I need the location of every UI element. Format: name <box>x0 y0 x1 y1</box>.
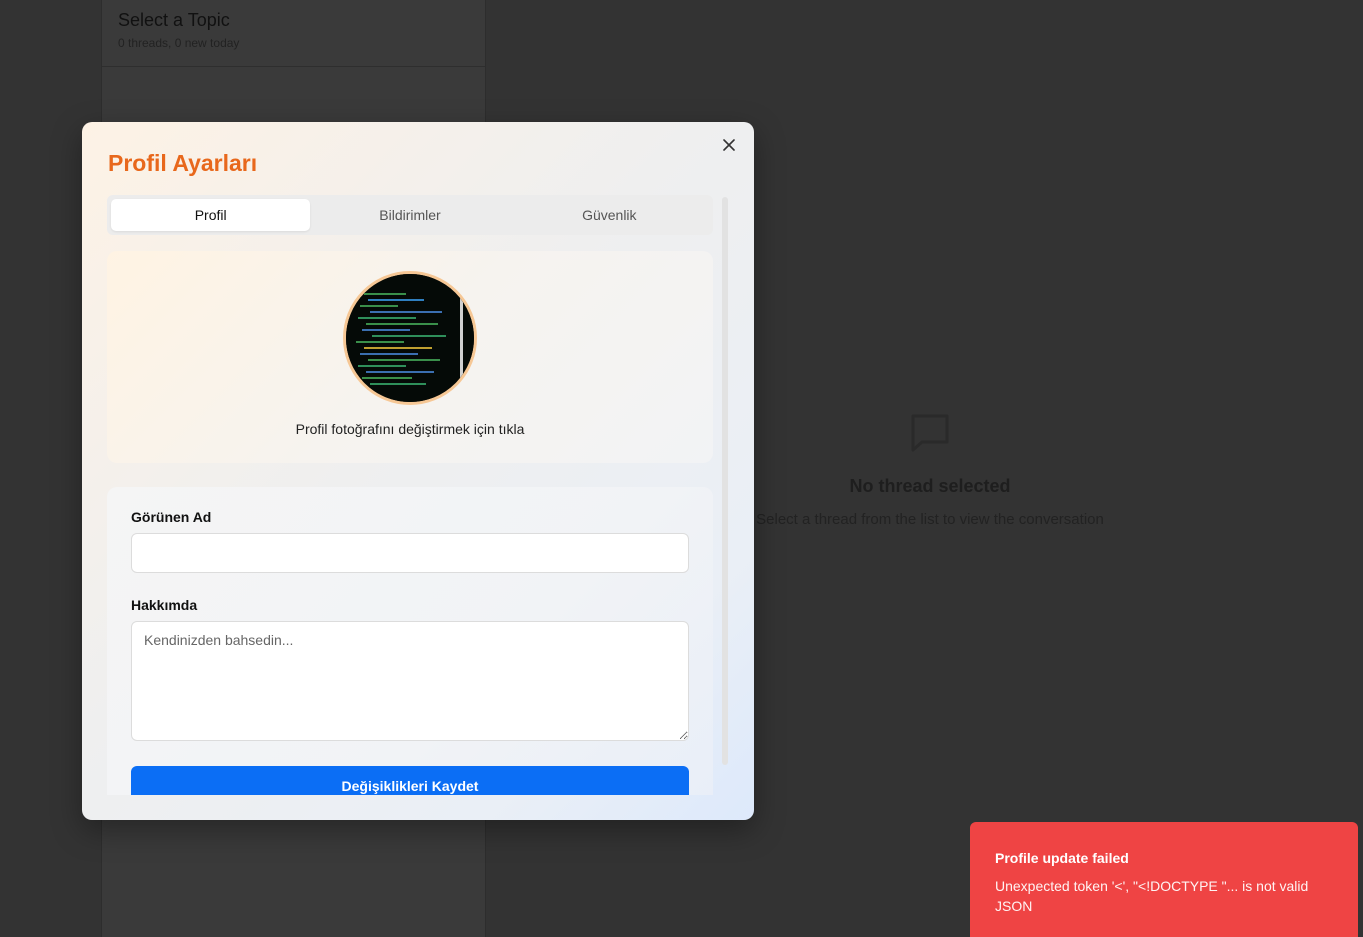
modal-title: Profil Ayarları <box>108 150 258 176</box>
avatar-caption: Profil fotoğrafını değiştirmek için tıkl… <box>295 421 525 437</box>
topic-header: Select a Topic 0 threads, 0 new today <box>102 0 485 67</box>
thread-empty-state: No thread selected Select a thread from … <box>740 410 1120 528</box>
about-label: Hakkımda <box>131 597 198 613</box>
tab-guvenlik[interactable]: Güvenlik <box>510 199 709 231</box>
tab-profil[interactable]: Profil <box>111 199 311 231</box>
toast-message: Unexpected token '<', "<!DOCTYPE "... is… <box>995 878 1309 914</box>
empty-title: No thread selected <box>849 476 1011 496</box>
about-textarea[interactable] <box>131 621 689 741</box>
avatar[interactable] <box>343 271 477 405</box>
close-icon <box>723 138 735 156</box>
display-name-label: Görünen Ad <box>131 509 212 525</box>
error-toast: Profile update failed Unexpected token '… <box>970 822 1358 937</box>
avatar-code-image <box>346 274 474 402</box>
profile-settings-modal: Profil Ayarları Profil Bildirimler Güven… <box>82 122 754 820</box>
save-changes-button[interactable]: Değişiklikleri Kaydet <box>131 766 689 795</box>
profile-form: Görünen Ad Hakkımda Değişiklikleri Kayde… <box>107 487 713 795</box>
avatar-card: Profil fotoğrafını değiştirmek için tıkl… <box>107 251 713 463</box>
modal-scroll-area: Profil Bildirimler Güvenlik Profil fotoğ… <box>107 195 713 795</box>
topic-title: Select a Topic <box>118 10 230 30</box>
settings-tabs: Profil Bildirimler Güvenlik <box>107 195 713 235</box>
empty-subtitle: Select a thread from the list to view th… <box>756 511 1104 528</box>
display-name-input[interactable] <box>131 533 689 573</box>
tab-bildirimler[interactable]: Bildirimler <box>310 199 509 231</box>
close-button[interactable] <box>720 138 738 156</box>
modal-scrollbar[interactable] <box>722 197 728 765</box>
toast-title: Profile update failed <box>995 850 1129 866</box>
chat-bubble-icon <box>908 410 952 454</box>
topic-stats: 0 threads, 0 new today <box>118 36 240 50</box>
